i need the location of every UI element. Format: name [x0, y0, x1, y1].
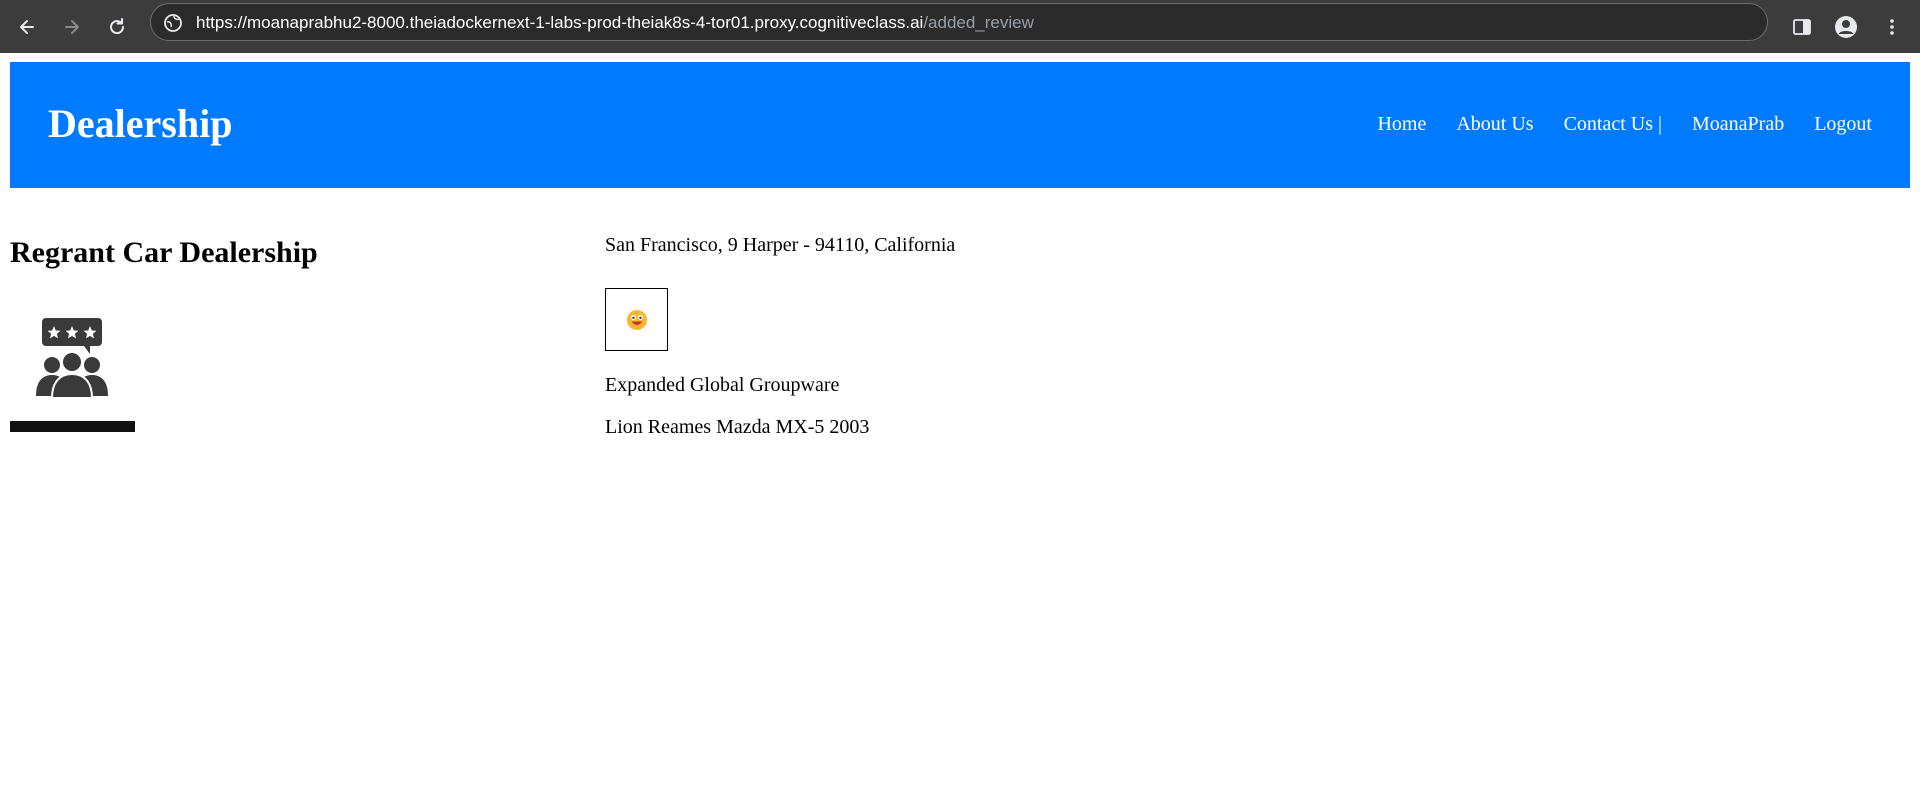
site-navbar: Dealership Home About Us Contact Us | Mo… [10, 62, 1910, 188]
brand-title[interactable]: Dealership [48, 100, 232, 148]
dealer-name-heading: Regrant Car Dealership [10, 236, 318, 269]
address-bar[interactable]: https://moanaprabhu2-8000.theiadockernex… [150, 3, 1768, 41]
reload-button[interactable] [99, 9, 135, 45]
side-panel-button[interactable] [1784, 9, 1820, 45]
browser-menu-button[interactable] [1874, 9, 1910, 45]
reload-icon [110, 18, 125, 35]
dealer-address: San Francisco, 9 Harper - 94110, Califor… [605, 234, 956, 256]
nav-links: Home About Us Contact Us | MoanaPrab Log… [1347, 112, 1872, 136]
url-path: /added_review [923, 13, 1034, 32]
review-text: Expanded Global Groupware [605, 374, 840, 396]
url-text[interactable]: https://moanaprabhu2-8000.theiadockernex… [196, 13, 1034, 33]
nav-logout-link[interactable]: Logout [1814, 112, 1872, 136]
profile-button[interactable] [1828, 9, 1864, 45]
nav-contact-link[interactable]: Contact Us | [1564, 112, 1662, 136]
browser-toolbar: https://moanaprabhu2-8000.theiadockernex… [0, 0, 1920, 53]
side-panel-icon [1793, 19, 1811, 35]
forward-button[interactable] [54, 9, 90, 45]
url-host: https://moanaprabhu2-8000.theiadockernex… [196, 13, 924, 32]
review-sentiment [605, 288, 668, 351]
back-arrow-icon [20, 20, 34, 34]
site-info-icon[interactable] [163, 13, 183, 33]
forward-arrow-icon [65, 20, 79, 34]
small-banner-image [10, 421, 135, 432]
reviewers-group-icon [36, 318, 108, 399]
review-car-info: Lion Reames Mazda MX-5 2003 [605, 416, 870, 438]
nav-username-link[interactable]: MoanaPrab [1692, 112, 1784, 136]
post-review-icon[interactable] [34, 318, 110, 399]
back-button[interactable] [9, 9, 45, 45]
nav-home-link[interactable]: Home [1377, 112, 1426, 136]
nav-about-link[interactable]: About Us [1456, 112, 1533, 136]
page-content: Dealership Home About Us Contact Us | Mo… [0, 53, 1920, 795]
profile-avatar-icon [1835, 16, 1857, 38]
positive-emoji-icon [626, 309, 647, 330]
more-vertical-icon [1890, 19, 1894, 35]
